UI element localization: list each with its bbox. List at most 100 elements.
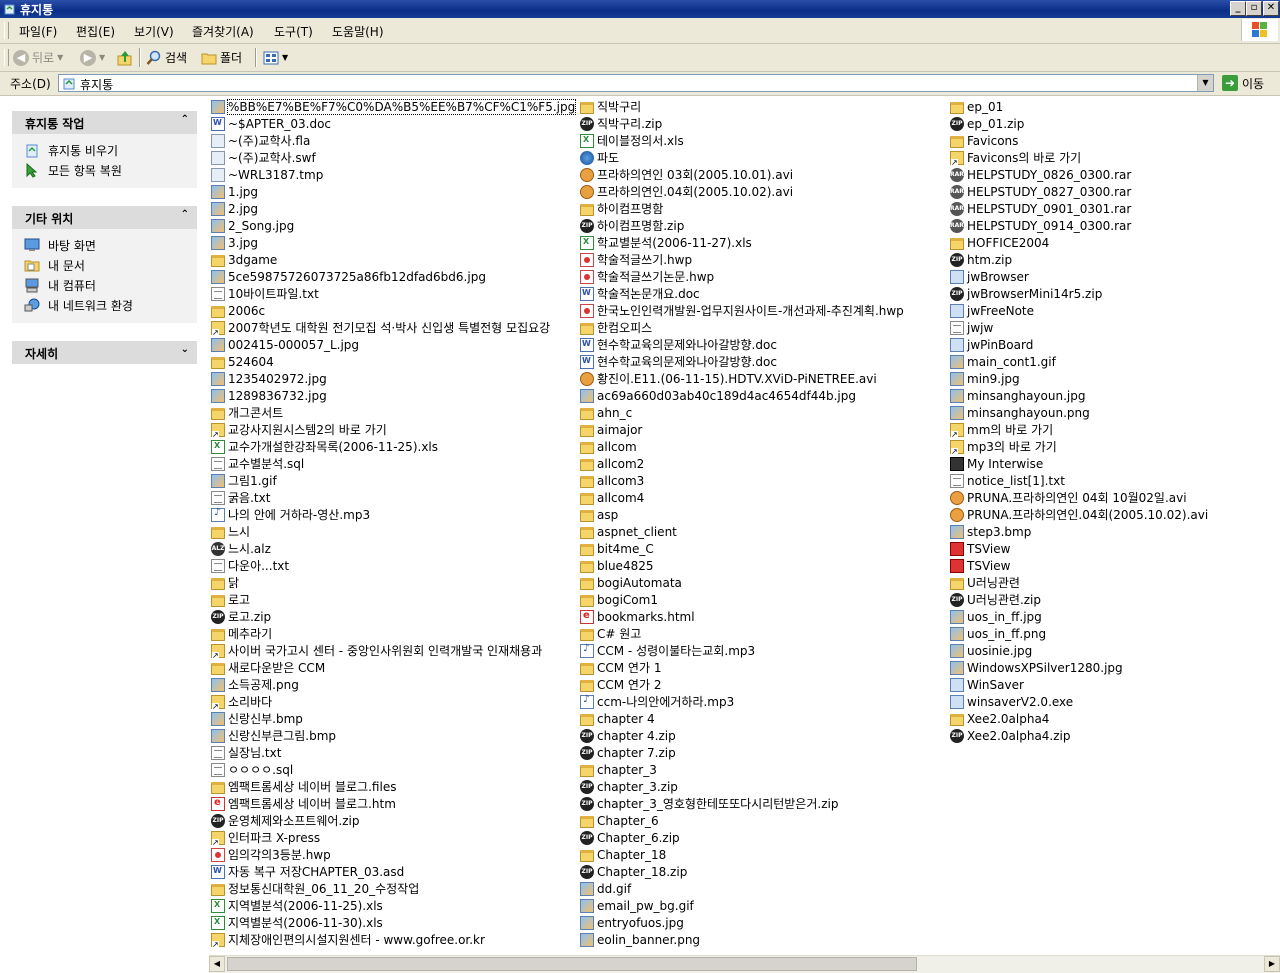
- file-item[interactable]: ZIP htm.zip: [950, 251, 1280, 268]
- file-item[interactable]: Favicons의 바로 가기: [950, 149, 1280, 167]
- file-item[interactable]: Chapter_18: [580, 846, 950, 863]
- file-item[interactable]: 3dgame: [211, 251, 581, 268]
- file-item[interactable]: ZIP chapter_3.zip: [580, 778, 950, 795]
- file-item[interactable]: 엠팩트롬세상 네이버 블로그.htm: [211, 795, 581, 812]
- menu-edit[interactable]: 편집(E): [76, 23, 115, 40]
- file-item[interactable]: 2006c: [211, 302, 581, 319]
- file-item[interactable]: RAR HELPSTUDY_0914_0300.rar: [950, 217, 1280, 234]
- file-item[interactable]: RAR HELPSTUDY_0826_0300.rar: [950, 166, 1280, 183]
- file-item[interactable]: 굵음.txt: [211, 489, 581, 506]
- menu-help[interactable]: 도움말(H): [332, 23, 384, 40]
- file-item[interactable]: 한컴오피스: [580, 319, 950, 336]
- file-item[interactable]: U러닝관련: [950, 574, 1280, 591]
- restore-all-link[interactable]: 모든 항목 복원: [12, 160, 197, 180]
- file-item[interactable]: 소리바다: [211, 693, 581, 711]
- file-item[interactable]: 인터파크 X-press: [211, 829, 581, 847]
- file-item[interactable]: ZIP Chapter_6.zip: [580, 829, 950, 846]
- horizontal-scrollbar[interactable]: ◀ ▶: [209, 955, 1280, 973]
- file-item[interactable]: 1235402972.jpg: [211, 370, 581, 387]
- file-item[interactable]: ㅇㅇㅇㅇ.sql: [211, 761, 581, 778]
- file-item[interactable]: 테이블정의서.xls: [580, 132, 950, 149]
- file-item[interactable]: notice_list[1].txt: [950, 472, 1280, 489]
- file-item[interactable]: 나의 안에 거하라-영산.mp3: [211, 506, 581, 523]
- file-item[interactable]: 현수학교육의문제와나아갈방향.doc: [580, 353, 950, 370]
- file-item[interactable]: 지역별분석(2006-11-25).xls: [211, 897, 581, 914]
- file-item[interactable]: HOFFICE2004: [950, 234, 1280, 251]
- file-item[interactable]: ZIP chapter_3_영호형한테또또다시리턴받은거.zip: [580, 795, 950, 812]
- file-item[interactable]: 다운아...txt: [211, 557, 581, 574]
- file-item[interactable]: PRUNA.프라하의연인 04회 10월02일.avi: [950, 489, 1280, 506]
- file-item[interactable]: ep_01: [950, 98, 1280, 115]
- file-item[interactable]: 현수학교육의문제와나아갈방향.doc: [580, 336, 950, 353]
- file-item[interactable]: entryofuos.jpg: [580, 914, 950, 931]
- menu-file[interactable]: 파일(F): [19, 23, 57, 40]
- address-dropdown-icon[interactable]: ▼: [1197, 75, 1213, 91]
- file-item[interactable]: CCM - 성령이불타는교회.mp3: [580, 642, 950, 659]
- file-item[interactable]: ~$APTER_03.doc: [211, 115, 581, 132]
- file-item[interactable]: 닭: [211, 574, 581, 591]
- file-item[interactable]: 2.jpg: [211, 200, 581, 217]
- file-item[interactable]: asp: [580, 506, 950, 523]
- file-item[interactable]: C# 원고: [580, 625, 950, 642]
- file-item[interactable]: 10바이트파일.txt: [211, 285, 581, 302]
- search-button[interactable]: 검색: [146, 47, 187, 68]
- file-item[interactable]: ZIP 로고.zip: [211, 608, 581, 625]
- expand-chevron-icon[interactable]: ⌄: [181, 344, 189, 355]
- desktop-link[interactable]: 바탕 화면: [12, 235, 197, 255]
- file-item[interactable]: ZIP 직박구리.zip: [580, 115, 950, 132]
- other-places-header[interactable]: 기타 위치 ⌃: [12, 206, 197, 229]
- file-item[interactable]: 파도: [580, 149, 950, 166]
- file-item[interactable]: 2007학년도 대학원 전기모집 석·박사 신입생 특별전형 모집요강: [211, 319, 581, 337]
- file-item[interactable]: main_cont1.gif: [950, 353, 1280, 370]
- file-item[interactable]: 3.jpg: [211, 234, 581, 251]
- file-item[interactable]: 학교별분석(2006-11-27).xls: [580, 234, 950, 251]
- file-item[interactable]: 002415-000057_L.jpg: [211, 336, 581, 353]
- file-item[interactable]: 개그콘서트: [211, 404, 581, 421]
- file-item[interactable]: 임의각의3등분.hwp: [211, 846, 581, 863]
- file-item[interactable]: blue4825: [580, 557, 950, 574]
- title-bar[interactable]: 휴지통 _ ▫ ✕: [0, 0, 1280, 18]
- scroll-left-icon[interactable]: ◀: [209, 956, 225, 972]
- file-item[interactable]: 2_Song.jpg: [211, 217, 581, 234]
- file-item[interactable]: 학술적논문개요.doc: [580, 285, 950, 302]
- scroll-thumb[interactable]: [227, 957, 917, 971]
- file-item[interactable]: jwBrowser: [950, 268, 1280, 285]
- file-item[interactable]: WindowsXPSilver1280.jpg: [950, 659, 1280, 676]
- file-item[interactable]: CCM 연가 2: [580, 676, 950, 693]
- file-item[interactable]: Favicons: [950, 132, 1280, 149]
- file-item[interactable]: ZIP jwBrowserMini14r5.zip: [950, 285, 1280, 302]
- menu-tools[interactable]: 도구(T): [274, 23, 313, 40]
- restore-button[interactable]: ▫: [1246, 1, 1262, 16]
- file-item[interactable]: allcom4: [580, 489, 950, 506]
- file-item[interactable]: uos_in_ff.png: [950, 625, 1280, 642]
- file-item[interactable]: ~WRL3187.tmp: [211, 166, 581, 183]
- file-item[interactable]: 교수가개설한강좌목록(2006-11-25).xls: [211, 438, 581, 455]
- file-item[interactable]: step3.bmp: [950, 523, 1280, 540]
- file-item[interactable]: minsanghayoun.png: [950, 404, 1280, 421]
- file-item[interactable]: chapter 4: [580, 710, 950, 727]
- file-item[interactable]: chapter_3: [580, 761, 950, 778]
- file-item[interactable]: uosinie.jpg: [950, 642, 1280, 659]
- file-list[interactable]: %BB%E7%BE%F7%C0%DA%B5%EE%B7%CF%C1%F5.jpg…: [209, 96, 1280, 955]
- menu-grip[interactable]: [4, 22, 9, 39]
- go-button[interactable]: ➜ 이동: [1222, 74, 1264, 92]
- file-item[interactable]: jwPinBoard: [950, 336, 1280, 353]
- file-item[interactable]: 신랑신부큰그림.bmp: [211, 727, 581, 744]
- file-item[interactable]: ZIP chapter 7.zip: [580, 744, 950, 761]
- file-item[interactable]: aspnet_client: [580, 523, 950, 540]
- back-dropdown-icon[interactable]: ▼: [57, 53, 63, 62]
- file-item[interactable]: ZIP U러닝관련.zip: [950, 591, 1280, 608]
- scroll-right-icon[interactable]: ▶: [1264, 956, 1280, 972]
- file-item[interactable]: ac69a660d03ab40c189d4ac4654df44b.jpg: [580, 387, 950, 404]
- file-item[interactable]: dd.gif: [580, 880, 950, 897]
- menu-view[interactable]: 보기(V): [134, 23, 174, 40]
- details-header[interactable]: 자세히 ⌄: [12, 341, 197, 364]
- file-item[interactable]: min9.jpg: [950, 370, 1280, 387]
- file-item[interactable]: 하이컴프명함: [580, 200, 950, 217]
- collapse-chevron-icon[interactable]: ⌃: [181, 209, 189, 220]
- file-item[interactable]: 학술적글쓰기논문.hwp: [580, 268, 950, 285]
- recycle-tasks-header[interactable]: 휴지통 작업 ⌃: [12, 111, 197, 134]
- file-item[interactable]: bit4me_C: [580, 540, 950, 557]
- file-item[interactable]: 새로다운받은 CCM: [211, 659, 581, 676]
- file-item[interactable]: PRUNA.프라하의연인.04회(2005.10.02).avi: [950, 506, 1280, 523]
